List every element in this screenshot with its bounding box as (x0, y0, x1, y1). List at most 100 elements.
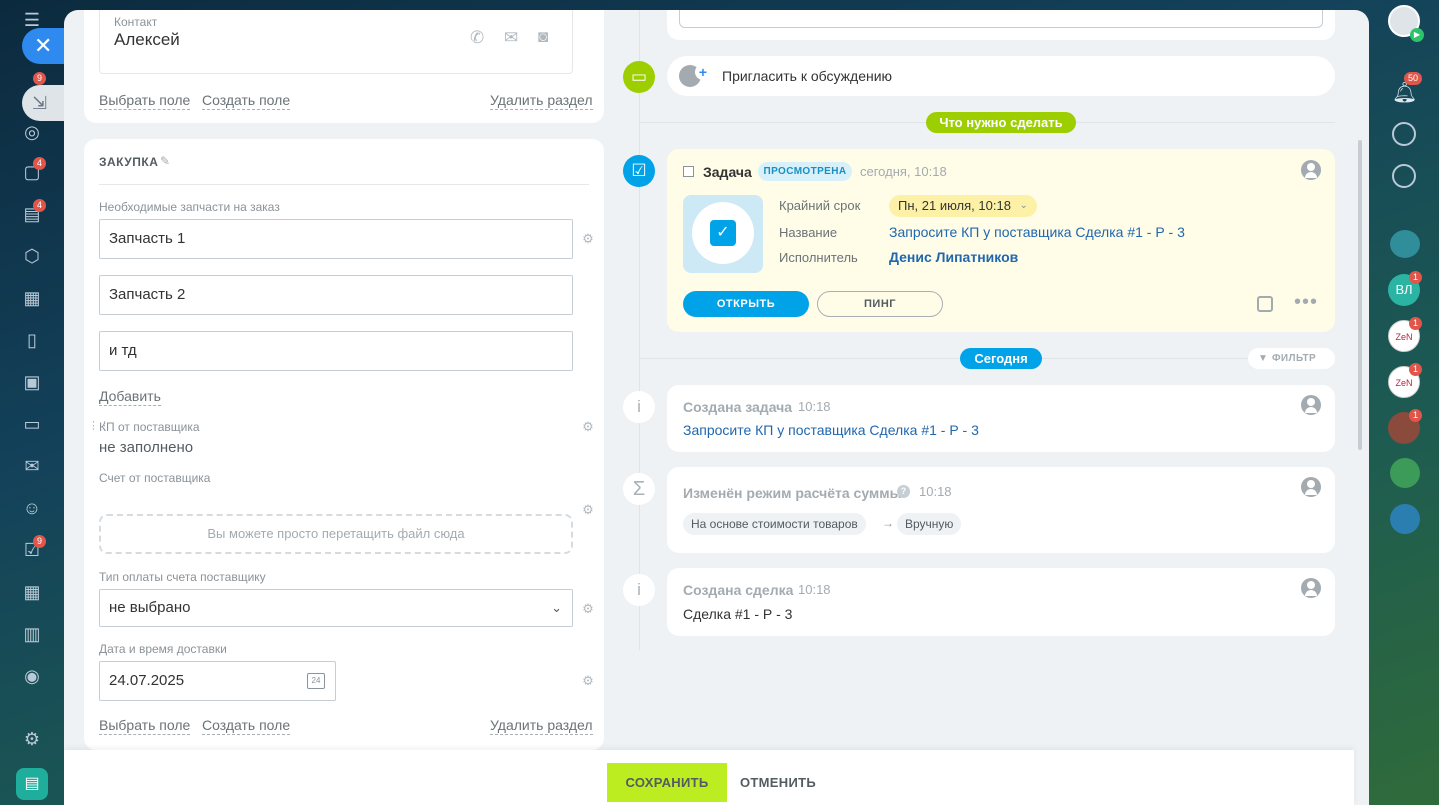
contact-name[interactable]: Алексей (114, 30, 180, 50)
part-input-2[interactable]: Запчасть 2 (99, 275, 573, 315)
footer-bar: СОХРАНИТЬ ОТМЕНИТЬ (64, 750, 1354, 805)
gear-icon[interactable]: ⚙ (582, 232, 594, 245)
event-task-link[interactable]: Запросите КП у поставщика Сделка #1 - Р … (683, 422, 979, 438)
author-avatar-icon[interactable] (1301, 477, 1321, 497)
part-input-1[interactable]: Запчасть 1 (99, 219, 573, 259)
filter-button[interactable]: ▼ ФИЛЬТР (1248, 348, 1335, 369)
gear-icon[interactable]: ⚙ (582, 420, 594, 433)
target-icon[interactable]: ◉ (20, 664, 44, 688)
delivery-label: Дата и время доставки (99, 642, 227, 656)
payment-type-value: не выбрано (109, 599, 191, 616)
chevron-down-icon: ⌄ (551, 600, 562, 615)
presentation-icon[interactable]: ▣ (20, 370, 44, 394)
app-switcher-icon[interactable]: ▤ (16, 768, 48, 800)
contacts-icon[interactable]: ☺ (20, 496, 44, 520)
filter-label: ФИЛЬТР (1272, 353, 1317, 364)
cancel-button[interactable]: ОТМЕНИТЬ (740, 763, 816, 802)
scrollbar[interactable] (1358, 140, 1362, 450)
delivery-date-value: 24.07.2025 (109, 672, 185, 689)
assignee-link[interactable]: Денис Липатников (889, 249, 1018, 265)
gear-icon[interactable]: ⚙ (582, 674, 594, 687)
contact-section: Контакт Алексей ✆ ✉ ◙ Выбрать поле Созда… (84, 10, 604, 123)
bookmark-icon[interactable] (1390, 504, 1420, 534)
event-title: Изменён режим расчёта суммы (683, 485, 902, 501)
event-deal-name: Сделка #1 - Р - 3 (683, 606, 793, 622)
avatar-badge: 1 (1409, 409, 1422, 422)
more-icon[interactable]: ••• (1294, 291, 1318, 314)
avatar-badge: 1 (1409, 317, 1422, 330)
help-icon[interactable]: ? (897, 485, 910, 498)
note-icon[interactable] (1257, 296, 1273, 312)
shield-icon[interactable]: ⬡ (20, 244, 44, 268)
task-name-link[interactable]: Запросите КП у поставщика Сделка #1 - Р … (889, 224, 1185, 240)
filter-icon: ▼ (1258, 353, 1269, 364)
delete-section-link[interactable]: Удалить раздел (490, 92, 593, 110)
info-icon: i (623, 574, 655, 606)
contact-label: Контакт (114, 15, 158, 29)
payment-type-select[interactable]: не выбрано ⌄ (99, 589, 573, 627)
minimize-button[interactable]: ⇲ (22, 85, 64, 121)
open-button[interactable]: ОТКРЫТЬ (683, 291, 809, 317)
chat-bubble-icon[interactable] (1390, 230, 1420, 258)
gear-icon[interactable]: ⚙ (582, 602, 594, 615)
chat-badge: 4 (33, 157, 46, 170)
pencil-icon[interactable]: ✎ (160, 154, 170, 168)
calendar-icon[interactable]: 24 (307, 673, 325, 689)
radar-icon[interactable] (1392, 122, 1416, 146)
author-avatar-icon[interactable] (1301, 160, 1321, 180)
chat-bubble-icon: ▭ (623, 61, 655, 93)
crm-icon[interactable]: ◎ (20, 120, 44, 144)
store-icon[interactable]: ▥ (20, 622, 44, 646)
event-card: Изменён режим расчёта суммы ? 10:18 На о… (667, 467, 1335, 553)
info-icon: i (623, 391, 655, 423)
close-button[interactable]: ✕ (22, 28, 64, 64)
choose-field-link[interactable]: Выбрать поле (99, 717, 191, 735)
settings-icon[interactable]: ⚙ (20, 727, 44, 751)
deadline-badge[interactable]: Пн, 21 июля, 10:18 ⌄ (889, 195, 1037, 217)
deal-slider-panel: Контакт Алексей ✆ ✉ ◙ Выбрать поле Созда… (64, 10, 1369, 805)
chat-icon[interactable]: ◙ (538, 27, 548, 47)
file-dropzone[interactable]: Вы можете просто перетащить файл сюда (99, 514, 573, 554)
create-field-link[interactable]: Создать поле (202, 717, 291, 735)
schedule-icon[interactable]: ▦ (20, 580, 44, 604)
event-time: 10:18 (919, 484, 952, 499)
mail-icon[interactable]: ✉ (20, 454, 44, 478)
gear-icon[interactable]: ⚙ (582, 503, 594, 516)
sync-icon[interactable] (1392, 164, 1416, 188)
choose-field-link[interactable]: Выбрать поле (99, 92, 191, 110)
comment-input[interactable] (679, 10, 1323, 28)
task-illustration: ✓ (683, 195, 763, 273)
avatar-badge: 1 (1409, 363, 1422, 376)
task-icon: ✓ (710, 220, 736, 246)
author-avatar-icon[interactable] (1301, 395, 1321, 415)
create-field-link[interactable]: Создать поле (202, 92, 291, 110)
arrow-right-icon: → (882, 516, 894, 530)
part-input-3[interactable]: и тд (99, 331, 573, 371)
tasks-badge: 9 (33, 72, 46, 85)
ping-button[interactable]: ПИНГ (817, 291, 943, 317)
invite-discussion[interactable]: + Пригласить к обсуждению (667, 56, 1335, 96)
mail-icon[interactable]: ✉ (504, 28, 518, 48)
sum-icon: Σ (623, 473, 655, 505)
save-button[interactable]: СОХРАНИТЬ (607, 763, 727, 802)
from-value-chip: На основе стоимости товаров (683, 513, 866, 535)
purchase-section: ЗАКУПКА ✎ Необходимые запчасти на заказ … (84, 139, 604, 750)
file-icon[interactable]: ▯ (20, 328, 44, 352)
kp-value[interactable]: не заполнено (99, 439, 193, 456)
author-avatar-icon[interactable] (1301, 578, 1321, 598)
checklist-badge: 9 (33, 535, 46, 548)
play-icon[interactable]: ▶ (1410, 28, 1424, 42)
drive-icon[interactable]: ▭ (20, 412, 44, 436)
phone-icon[interactable]: ✆ (470, 28, 484, 48)
task-checkbox[interactable] (683, 166, 694, 177)
delivery-date-input[interactable]: 24.07.2025 24 (99, 661, 336, 701)
event-time: 10:18 (798, 582, 831, 597)
task-card: Задача ПРОСМОТРЕНА сегодня, 10:18 ✓ Край… (667, 149, 1335, 332)
assignee-label: Исполнитель (779, 250, 858, 265)
contact-box: Контакт Алексей ✆ ✉ ◙ (99, 10, 573, 74)
delete-section-link[interactable]: Удалить раздел (490, 717, 593, 735)
calendar-icon[interactable]: ▦ (20, 286, 44, 310)
sheet-app-icon[interactable] (1390, 458, 1420, 488)
task-time: сегодня, 10:18 (860, 164, 947, 179)
add-part-link[interactable]: Добавить (99, 388, 161, 406)
